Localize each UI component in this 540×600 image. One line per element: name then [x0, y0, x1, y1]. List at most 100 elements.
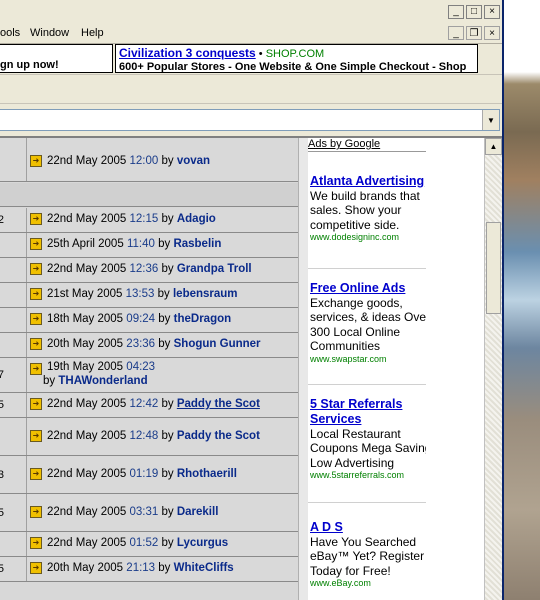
- author-link[interactable]: Shogun Gunner: [174, 338, 261, 350]
- go-to-last-post-icon[interactable]: ➜: [30, 562, 42, 574]
- menu-window[interactable]: Window: [30, 27, 69, 39]
- row-lead-cell: [0, 138, 27, 181]
- shop-com-link[interactable]: SHOP.COM: [266, 48, 324, 60]
- author-link[interactable]: vovan: [177, 155, 210, 167]
- post-time-link[interactable]: 12:42: [130, 398, 159, 410]
- go-to-last-post-icon[interactable]: ➜: [30, 313, 42, 325]
- doc-restore-button[interactable]: ❐: [466, 26, 482, 40]
- table-row: 5 ➜ 22nd May 2005 03:31 by Darekill: [0, 494, 298, 532]
- page-content: ➜ 22nd May 2005 12:00 by vovan 2 ➜ 22nd …: [0, 136, 502, 600]
- table-row: ➜ 22nd May 2005 12:00 by vovan: [0, 138, 298, 182]
- author-link[interactable]: Rhothaerill: [177, 468, 237, 480]
- go-to-last-post-icon[interactable]: ➜: [30, 468, 42, 480]
- toolbar: [0, 74, 502, 104]
- go-to-last-post-icon[interactable]: ➜: [30, 213, 42, 225]
- table-row: 3 ➜ 22nd May 2005 01:19 by Rhothaerill: [0, 456, 298, 494]
- author-link[interactable]: Rasbelin: [173, 238, 221, 250]
- minimize-button[interactable]: _: [448, 5, 464, 19]
- author-link[interactable]: lebensraum: [173, 288, 238, 300]
- row-lead-cell: [0, 233, 27, 257]
- post-time-link[interactable]: 01:19: [130, 468, 159, 480]
- table-row: ➜ 22nd May 2005 12:48 by Paddy the Scot: [0, 418, 298, 456]
- author-link[interactable]: Grandpa Troll: [177, 263, 252, 275]
- table-row: 7 ➜ 19th May 2005 04:23 by THAWonderland: [0, 358, 298, 393]
- signup-banner[interactable]: gn up now!: [0, 44, 113, 73]
- maximize-button[interactable]: □: [466, 5, 482, 19]
- post-time-link[interactable]: 12:36: [130, 263, 159, 275]
- last-post-cell: ➜ 22nd May 2005 12:42 by Paddy the Scot: [28, 393, 298, 417]
- menu-help[interactable]: Help: [81, 27, 104, 39]
- row-lead-cell: [0, 333, 27, 357]
- author-link[interactable]: Paddy the Scot: [177, 430, 260, 442]
- ad-body: Have You Searched eBay™ Yet? Register Bi…: [310, 535, 426, 578]
- go-to-last-post-icon[interactable]: ➜: [30, 430, 42, 442]
- close-button[interactable]: ×: [484, 5, 500, 19]
- ad-url[interactable]: www.dodesigninc.com: [310, 232, 426, 243]
- post-time-link[interactable]: 21:13: [126, 562, 155, 574]
- doc-minimize-button[interactable]: _: [448, 26, 464, 40]
- ad-title-link[interactable]: Atlanta Advertising: [310, 174, 426, 189]
- last-post-cell: ➜ 22nd May 2005 12:48 by Paddy the Scot: [28, 418, 298, 455]
- scroll-up-arrow-icon[interactable]: ▲: [485, 138, 502, 155]
- post-time-link[interactable]: 12:15: [130, 213, 159, 225]
- vertical-scrollbar[interactable]: ▲: [484, 138, 502, 600]
- ad-title-link[interactable]: A D S: [310, 520, 426, 535]
- author-link[interactable]: Darekill: [177, 506, 219, 518]
- address-input[interactable]: ▼: [0, 109, 500, 131]
- shop-ad-banner[interactable]: Civilization 3 conquests • SHOP.COM 600+…: [115, 44, 478, 73]
- post-time-link[interactable]: 03:31: [130, 506, 159, 518]
- post-time-link[interactable]: 11:40: [127, 238, 155, 250]
- doc-close-button[interactable]: ×: [484, 26, 500, 40]
- row-lead-cell: [0, 418, 27, 455]
- post-time-link[interactable]: 12:48: [130, 430, 159, 442]
- post-time-link[interactable]: 09:24: [126, 313, 155, 325]
- go-to-last-post-icon[interactable]: ➜: [30, 263, 42, 275]
- civilization-ad-link[interactable]: Civilization 3 conquests: [119, 46, 256, 60]
- last-post-cell: ➜ 22nd May 2005 12:00 by vovan: [28, 138, 298, 181]
- go-to-last-post-icon[interactable]: ➜: [30, 338, 42, 350]
- go-to-last-post-icon[interactable]: ➜: [30, 398, 42, 410]
- post-time-link[interactable]: 23:36: [126, 338, 155, 350]
- ad-divider: [308, 384, 426, 385]
- post-time-link[interactable]: 01:52: [130, 537, 159, 549]
- post-time-link[interactable]: 12:00: [130, 155, 159, 167]
- ad-title-link[interactable]: Free Online Ads: [310, 281, 426, 296]
- author-link[interactable]: THAWonderland: [58, 375, 147, 387]
- ad-url[interactable]: www.eBay.com: [310, 578, 426, 589]
- window-controls: _ □ ×: [446, 5, 500, 19]
- signup-banner-text[interactable]: gn up now!: [0, 59, 59, 71]
- go-to-last-post-icon[interactable]: ➜: [30, 506, 42, 518]
- scrollbar-thumb[interactable]: [486, 222, 501, 314]
- table-row: ➜ 22nd May 2005 12:36 by Grandpa Troll: [0, 258, 298, 283]
- row-lead-cell: [0, 308, 27, 332]
- ad-title-link[interactable]: 5 Star Referrals Services: [310, 397, 426, 427]
- table-row: ➜ 21st May 2005 13:53 by lebensraum: [0, 283, 298, 308]
- row-lead-cell: [0, 532, 27, 556]
- ad-item: A D S Have You Searched eBay™ Yet? Regis…: [310, 520, 426, 589]
- author-link[interactable]: Paddy the Scot: [177, 398, 260, 410]
- author-link[interactable]: WhiteCliffs: [174, 562, 234, 574]
- last-post-cell: ➜ 22nd May 2005 01:19 by Rhothaerill: [28, 456, 298, 493]
- table-row: ➜ 22nd May 2005 01:52 by Lycurgus: [0, 532, 298, 557]
- go-to-last-post-icon[interactable]: ➜: [30, 238, 42, 250]
- ad-url[interactable]: www.swapstar.com: [310, 354, 426, 365]
- last-post-cell: ➜ 20th May 2005 23:36 by Shogun Gunner: [28, 333, 298, 357]
- ad-banner-row: gn up now! Civilization 3 conquests • SH…: [0, 44, 502, 74]
- post-time-link[interactable]: 13:53: [126, 288, 155, 300]
- ad-url[interactable]: www.5starreferrals.com: [310, 470, 426, 481]
- go-to-last-post-icon[interactable]: ➜: [30, 537, 42, 549]
- ads-by-google-link[interactable]: Ads by Google: [308, 138, 426, 152]
- shop-ad-description[interactable]: 600+ Popular Stores - One Website & One …: [119, 61, 474, 72]
- author-link[interactable]: Adagio: [177, 213, 216, 225]
- go-to-last-post-icon[interactable]: ➜: [30, 155, 42, 167]
- author-link[interactable]: theDragon: [174, 313, 232, 325]
- menu-tools[interactable]: ools: [0, 27, 20, 39]
- post-time-link[interactable]: 04:23: [126, 361, 155, 373]
- author-link[interactable]: Lycurgus: [177, 537, 228, 549]
- row-lead-cell: 3: [0, 456, 27, 493]
- go-to-last-post-icon[interactable]: ➜: [30, 363, 42, 375]
- chevron-down-icon[interactable]: ▼: [482, 110, 499, 130]
- go-to-last-post-icon[interactable]: ➜: [30, 288, 42, 300]
- title-bar: _ □ ×: [0, 0, 502, 24]
- last-post-cell: ➜ 18th May 2005 09:24 by theDragon: [28, 308, 298, 332]
